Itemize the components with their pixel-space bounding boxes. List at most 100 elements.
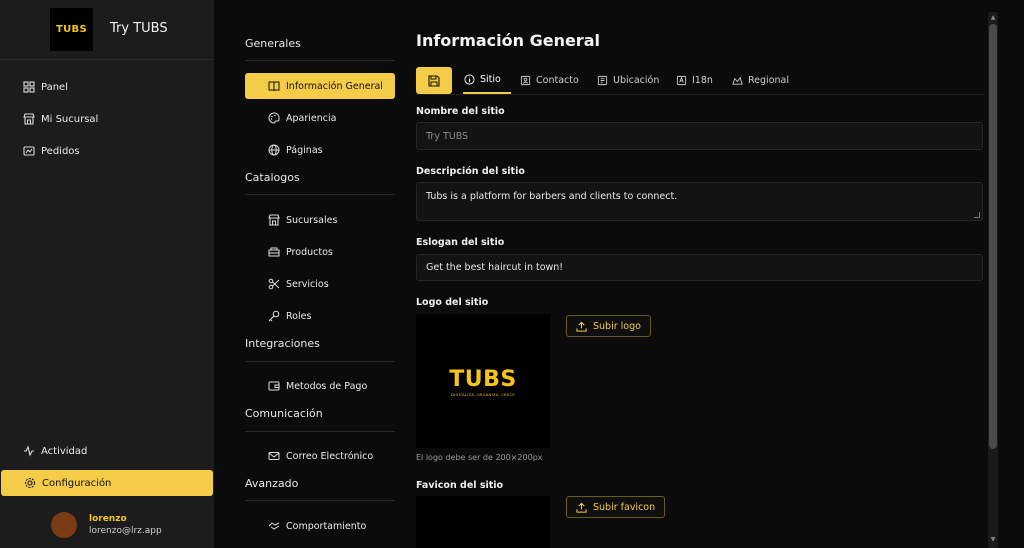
tab-ubicacion[interactable]: Ubicación <box>596 67 659 94</box>
handshake-icon <box>267 519 281 533</box>
brand-header: TUBS Try TUBS <box>0 0 214 60</box>
gear-icon <box>23 476 37 490</box>
section-title-catalogos: Catalogos <box>245 171 300 184</box>
section-title-integraciones: Integraciones <box>245 337 320 350</box>
key-icon <box>267 309 281 323</box>
site-slogan-label: Eslogan del sitio <box>416 237 505 248</box>
site-name-input[interactable]: Try TUBS <box>416 122 983 150</box>
site-description-value: Tubs is a platform for barbers and clien… <box>426 191 678 202</box>
save-icon <box>428 74 440 87</box>
sidebar-item-label: Mi Sucursal <box>41 113 99 125</box>
settings-item-servicios[interactable]: Servicios <box>245 271 395 297</box>
book-icon <box>267 79 281 93</box>
settings-item-apariencia[interactable]: Apariencia <box>245 105 395 131</box>
user-profile[interactable]: lorenzo lorenzo@lrz.app <box>51 512 162 538</box>
settings-item-roles[interactable]: Roles <box>245 303 395 329</box>
upload-favicon-button[interactable]: Subir favicon <box>566 496 666 518</box>
save-button[interactable] <box>416 67 452 94</box>
orders-icon <box>22 144 36 158</box>
store-icon <box>267 213 281 227</box>
settings-item-label: Correo Electrónico <box>286 450 374 462</box>
tab-label: I18n <box>692 75 713 86</box>
favicon-preview <box>416 496 550 548</box>
divider <box>245 361 395 362</box>
avatar <box>51 512 77 538</box>
sidebar-item-panel[interactable]: Panel <box>0 74 214 100</box>
settings-item-label: Comportamiento <box>286 520 367 532</box>
dashboard-icon <box>22 80 36 94</box>
brand-title: Try TUBS <box>110 21 168 36</box>
activity-icon <box>22 444 36 458</box>
info-icon <box>463 74 475 86</box>
wallet-icon <box>267 379 281 393</box>
settings-item-sucursales[interactable]: Sucursales <box>245 207 395 233</box>
settings-item-label: Productos <box>286 246 333 258</box>
settings-item-productos[interactable]: Productos <box>245 239 395 265</box>
site-name-label: Nombre del sitio <box>416 106 505 117</box>
sidebar-item-actividad[interactable]: Actividad <box>0 438 214 464</box>
scissors-icon <box>267 277 281 291</box>
tab-label: Sitio <box>480 74 501 85</box>
logo-size-hint: El logo debe ser de 200×200px <box>416 453 543 462</box>
settings-item-label: Servicios <box>286 278 329 290</box>
user-name: lorenzo <box>89 514 127 524</box>
divider <box>245 194 395 195</box>
brand-logo[interactable]: TUBS <box>50 8 93 51</box>
scrollbar[interactable]: ▲ ▼ <box>988 12 998 548</box>
tab-sitio[interactable]: Sitio <box>463 67 511 94</box>
logo-preview-text: TUBS <box>449 367 517 392</box>
sidebar-item-pedidos[interactable]: Pedidos <box>0 138 214 164</box>
scroll-up-icon[interactable]: ▲ <box>989 14 997 22</box>
settings-item-label: Apariencia <box>286 112 337 124</box>
upload-icon <box>576 502 587 513</box>
resize-handle-icon[interactable] <box>974 212 980 218</box>
upload-logo-label: Subir logo <box>593 320 641 332</box>
sidebar-item-label: Actividad <box>41 445 88 457</box>
settings-item-paginas[interactable]: Páginas <box>245 137 395 163</box>
logo-preview-tagline: DIGITALIZA. ORGANIZA. CRECE <box>451 393 515 397</box>
tab-contacto[interactable]: Contacto <box>519 67 579 94</box>
tab-i18n[interactable]: I18n <box>675 67 713 94</box>
sidebar: TUBS Try TUBS Panel Mi Sucursal Pedidos … <box>0 0 214 548</box>
site-description-textarea[interactable]: Tubs is a platform for barbers and clien… <box>416 182 983 221</box>
tab-bar: Sitio Contacto Ubicación I18n Regional <box>416 67 984 95</box>
sidebar-item-mi-sucursal[interactable]: Mi Sucursal <box>0 106 214 132</box>
sidebar-nav-bottom: Actividad Configuración <box>0 438 214 496</box>
upload-favicon-label: Subir favicon <box>593 501 656 513</box>
settings-item-label: Roles <box>286 310 312 322</box>
settings-item-correo-electronico[interactable]: Correo Electrónico <box>245 443 395 469</box>
tab-label: Regional <box>748 75 789 86</box>
settings-item-label: Sucursales <box>286 214 338 226</box>
tab-label: Contacto <box>536 75 579 86</box>
scroll-down-icon[interactable]: ▼ <box>989 536 997 544</box>
brand-logo-text: TUBS <box>56 24 87 35</box>
settings-item-label: Información General <box>286 80 383 92</box>
user-email: lorenzo@lrz.app <box>89 526 162 536</box>
sidebar-nav-top: Panel Mi Sucursal Pedidos <box>0 74 214 164</box>
location-icon <box>596 75 608 87</box>
sidebar-item-label: Panel <box>41 81 68 93</box>
site-description-label: Descripción del sitio <box>416 166 525 177</box>
site-logo-preview: TUBS DIGITALIZA. ORGANIZA. CRECE <box>416 314 550 448</box>
store-icon <box>22 112 36 126</box>
page-title: Información General <box>416 31 600 50</box>
divider <box>245 500 395 501</box>
section-title-comunicacion: Comunicación <box>245 407 323 420</box>
site-slogan-input[interactable]: Get the best haircut in town! <box>416 254 983 281</box>
settings-item-informacion-general[interactable]: Información General <box>245 73 395 99</box>
mail-icon <box>267 449 281 463</box>
scroll-thumb[interactable] <box>989 24 997 449</box>
settings-item-label: Páginas <box>286 144 323 156</box>
favicon-label: Favicon del sitio <box>416 480 504 491</box>
sidebar-item-configuracion[interactable]: Configuración <box>1 470 213 496</box>
sidebar-item-label: Pedidos <box>41 145 80 157</box>
settings-item-metodos-de-pago[interactable]: Metodos de Pago <box>245 373 395 399</box>
upload-logo-button[interactable]: Subir logo <box>566 315 651 337</box>
region-icon <box>731 75 743 87</box>
tab-regional[interactable]: Regional <box>731 67 789 94</box>
settings-item-comportamiento[interactable]: Comportamiento <box>245 513 395 539</box>
globe-icon <box>267 143 281 157</box>
translate-icon <box>675 75 687 87</box>
palette-icon <box>267 111 281 125</box>
upload-icon <box>576 321 587 332</box>
